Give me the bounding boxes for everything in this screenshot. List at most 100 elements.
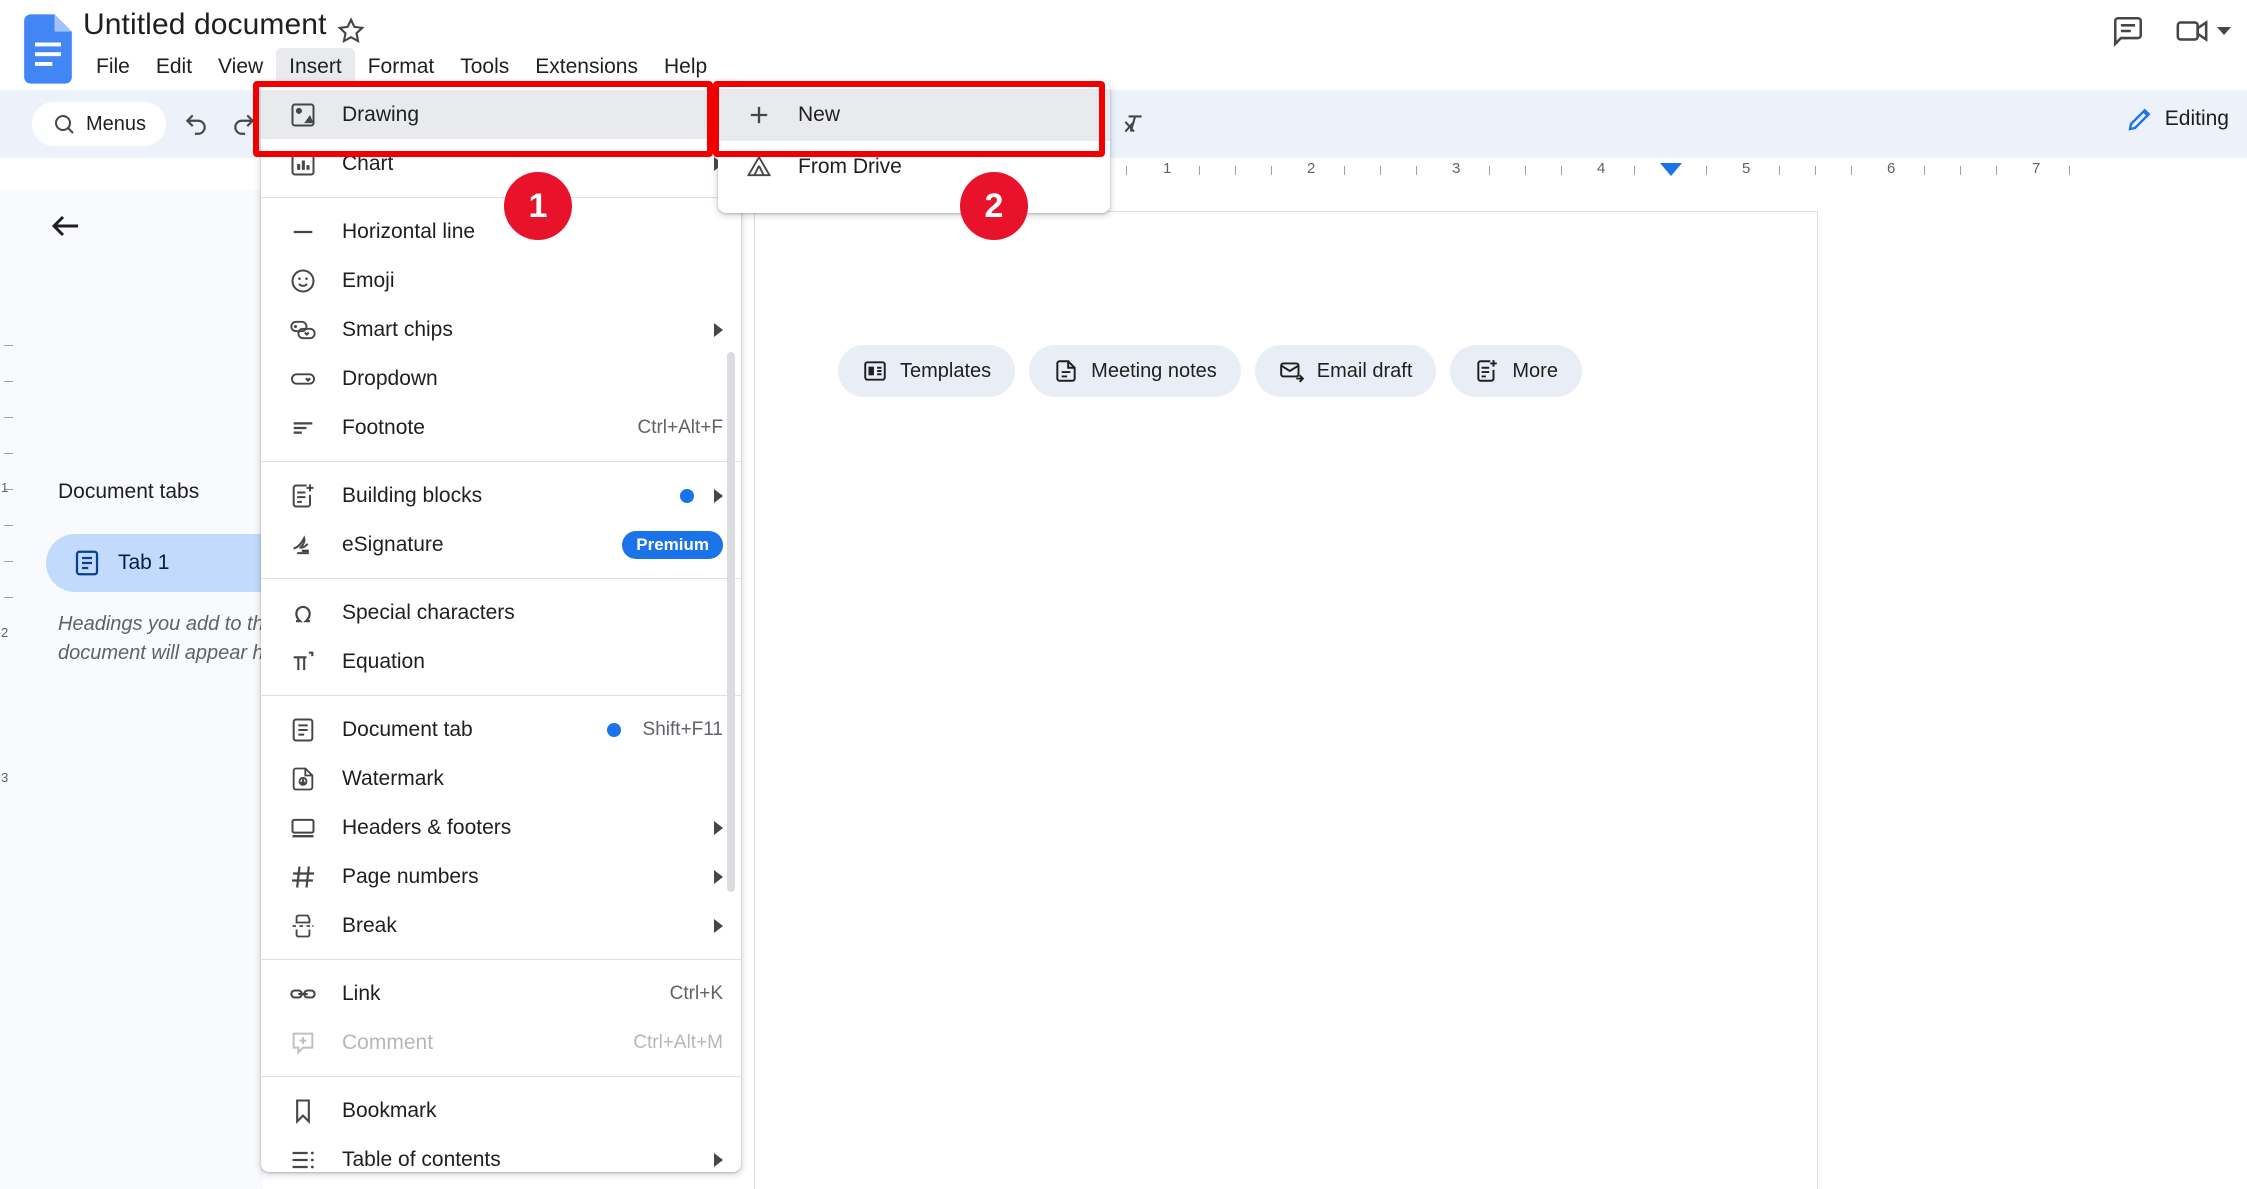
submenu-arrow-icon xyxy=(714,322,723,337)
menu-item-label: Footnote xyxy=(342,415,425,439)
emoji-icon xyxy=(288,266,318,296)
menu-item-bookmark[interactable]: Bookmark xyxy=(261,1086,741,1135)
vertical-ruler: 1 2 3 xyxy=(0,190,22,1189)
new-feature-dot xyxy=(680,488,694,503)
document-tabs-title: Document tabs xyxy=(58,480,200,503)
menu-item-label: Drawing xyxy=(342,102,420,126)
submenu-arrow-icon xyxy=(714,488,723,503)
document-tab-icon xyxy=(288,715,318,745)
chip-label: Templates xyxy=(900,359,992,382)
menu-item-document-tab[interactable]: Document tab Shift+F11 xyxy=(261,705,741,754)
chip-label: Email draft xyxy=(1316,359,1413,382)
menu-view[interactable]: View xyxy=(205,48,276,86)
editing-label: Editing xyxy=(2164,107,2229,130)
page-numbers-icon xyxy=(288,862,318,892)
menu-item-label: Break xyxy=(342,913,397,937)
menu-item-label: Dropdown xyxy=(342,366,438,390)
chip-label: Meeting notes xyxy=(1091,359,1217,382)
menu-item-building-blocks[interactable]: Building blocks xyxy=(261,471,741,520)
menu-item-label: Emoji xyxy=(342,268,395,292)
star-outline-icon[interactable] xyxy=(336,16,366,46)
menu-format[interactable]: Format xyxy=(355,48,448,86)
editing-mode-button[interactable]: Editing xyxy=(2125,104,2229,134)
menu-item-headers-footers[interactable]: Headers & footers xyxy=(261,803,741,852)
search-icon xyxy=(52,112,76,136)
menu-item-smart-chips[interactable]: Smart chips xyxy=(261,305,741,354)
chip-more[interactable]: More xyxy=(1450,345,1582,397)
chip-email-draft[interactable]: Email draft xyxy=(1254,345,1437,397)
google-docs-logo-icon[interactable] xyxy=(22,14,74,84)
chevron-down-icon[interactable] xyxy=(2217,27,2231,35)
submenu-item-from-drive[interactable]: From Drive xyxy=(718,141,1110,193)
menu-item-label: Watermark xyxy=(342,766,444,790)
menu-divider xyxy=(261,461,741,462)
menu-item-label: Page numbers xyxy=(342,864,479,888)
menu-item-special-characters[interactable]: Special characters xyxy=(261,588,741,637)
submenu-arrow-icon xyxy=(714,918,723,933)
menu-item-label: Smart chips xyxy=(342,317,453,341)
ruler-indent-marker[interactable] xyxy=(1660,163,1682,176)
menu-extensions[interactable]: Extensions xyxy=(522,48,651,86)
menu-item-break[interactable]: Break xyxy=(261,901,741,950)
meet-button[interactable] xyxy=(2171,10,2231,52)
menu-item-drawing[interactable]: Drawing xyxy=(261,90,741,139)
menu-item-footnote[interactable]: Footnote Ctrl+Alt+F xyxy=(261,403,741,452)
menu-item-label: Comment xyxy=(342,1030,434,1054)
insert-menu[interactable]: Drawing Chart Horizontal line Emoji Smar… xyxy=(261,82,741,1172)
menu-item-equation[interactable]: Equation xyxy=(261,637,741,686)
dropdown-icon xyxy=(288,364,318,394)
drawing-icon xyxy=(288,100,318,130)
submenu-arrow-icon xyxy=(714,1152,723,1167)
menu-item-horizontal-line[interactable]: Horizontal line xyxy=(261,207,741,256)
chip-meeting-notes[interactable]: Meeting notes xyxy=(1029,345,1241,397)
ruler-number: 7 xyxy=(2032,160,2041,177)
menu-item-shortcut: Ctrl+Alt+F xyxy=(637,416,723,438)
menu-divider xyxy=(261,1076,741,1077)
google-drive-icon xyxy=(744,152,774,182)
document-page[interactable]: Templates Meeting notes Email draft More xyxy=(755,212,1817,1189)
menus-label: Menus xyxy=(86,112,147,135)
esignature-icon xyxy=(288,530,318,560)
menu-scrollbar[interactable] xyxy=(727,352,735,892)
menu-item-comment[interactable]: Comment Ctrl+Alt+M xyxy=(261,1018,741,1067)
watermark-icon xyxy=(288,764,318,794)
break-icon xyxy=(288,911,318,941)
menu-divider xyxy=(261,959,741,960)
more-blocks-icon xyxy=(1474,358,1500,384)
building-blocks-icon xyxy=(288,481,318,511)
email-draft-icon xyxy=(1279,358,1305,384)
menu-divider xyxy=(261,578,741,579)
top-right-actions xyxy=(2107,10,2231,52)
clear-formatting-button[interactable] xyxy=(1110,102,1158,146)
video-camera-icon[interactable] xyxy=(2171,10,2213,52)
menu-item-page-numbers[interactable]: Page numbers xyxy=(261,852,741,901)
menu-item-esignature[interactable]: eSignature Premium xyxy=(261,520,741,569)
bookmark-icon xyxy=(288,1096,318,1126)
menu-tools[interactable]: Tools xyxy=(447,48,522,86)
ruler-number: 6 xyxy=(1887,160,1896,177)
horizontal-line-icon xyxy=(288,217,318,247)
new-feature-dot xyxy=(606,722,621,737)
menu-help[interactable]: Help xyxy=(651,48,720,86)
undo-button[interactable] xyxy=(172,102,220,146)
menu-insert[interactable]: Insert xyxy=(276,48,355,86)
drawing-submenu[interactable]: New From Drive xyxy=(718,83,1110,213)
menu-item-label: Building blocks xyxy=(342,483,483,507)
menus-search-button[interactable]: Menus xyxy=(32,102,167,146)
menu-item-link[interactable]: Link Ctrl+K xyxy=(261,969,741,1018)
comment-history-icon[interactable] xyxy=(2107,10,2149,52)
back-arrow-icon[interactable] xyxy=(48,208,84,244)
menu-item-label: Chart xyxy=(342,151,394,175)
menu-item-table-of-contents[interactable]: Table of contents xyxy=(261,1135,741,1172)
submenu-item-new[interactable]: New xyxy=(718,89,1110,141)
menu-item-emoji[interactable]: Emoji xyxy=(261,256,741,305)
menu-item-watermark[interactable]: Watermark xyxy=(261,754,741,803)
menu-item-chart[interactable]: Chart xyxy=(261,139,741,188)
ruler-number: 3 xyxy=(1452,160,1461,177)
document-title[interactable]: Untitled document xyxy=(83,8,327,42)
chip-templates[interactable]: Templates xyxy=(838,345,1016,397)
menu-edit[interactable]: Edit xyxy=(143,48,205,86)
menu-file[interactable]: File xyxy=(83,48,143,86)
menu-item-label: Table of contents xyxy=(342,1147,501,1171)
menu-item-dropdown[interactable]: Dropdown xyxy=(261,354,741,403)
